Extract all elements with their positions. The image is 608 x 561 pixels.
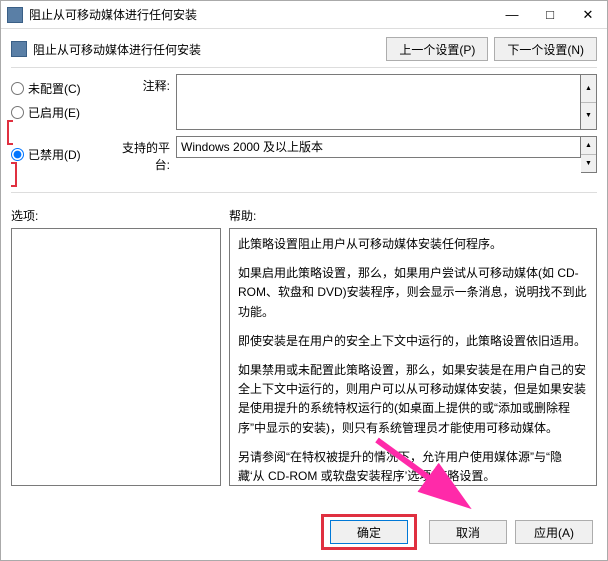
- radio-enabled-label: 已启用(E): [28, 104, 80, 121]
- minimize-button[interactable]: —: [493, 3, 531, 27]
- radio-group: 未配置(C) 已启用(E) 已禁用(D): [11, 74, 116, 184]
- platform-label: 支持的平台:: [116, 136, 176, 173]
- panes: 此策略设置阻止用户从可移动媒体安装任何程序。 如果启用此策略设置，那么，如果用户…: [1, 228, 607, 486]
- comment-label: 注释:: [116, 74, 176, 130]
- help-paragraph: 如果启用此策略设置，那么，如果用户尝试从可移动媒体(如 CD-ROM、软盘和 D…: [238, 264, 588, 322]
- dialog-window: 阻止从可移动媒体进行任何安装 — □ ✕ 阻止从可移动媒体进行任何安装 上一个设…: [0, 0, 608, 561]
- titlebar: 阻止从可移动媒体进行任何安装 — □ ✕: [1, 1, 607, 29]
- apply-button[interactable]: 应用(A): [515, 520, 593, 544]
- platform-row: 支持的平台: Windows 2000 及以上版本 ▲ ▼: [116, 136, 597, 173]
- header-row: 阻止从可移动媒体进行任何安装 上一个设置(P) 下一个设置(N): [1, 29, 607, 67]
- radio-enabled-input[interactable]: [11, 106, 24, 119]
- radio-not-configured[interactable]: 未配置(C): [11, 76, 116, 100]
- radio-disabled-input[interactable]: [11, 148, 24, 161]
- ok-button-highlight: 确定: [321, 514, 417, 550]
- help-paragraph: 此策略设置阻止用户从可移动媒体安装任何程序。: [238, 235, 588, 254]
- scroll-down-icon[interactable]: ▼: [581, 102, 596, 130]
- options-pane: [11, 228, 221, 486]
- radio-not-configured-input[interactable]: [11, 82, 24, 95]
- options-label: 选项:: [11, 207, 229, 224]
- window-controls: — □ ✕: [493, 3, 607, 27]
- help-paragraph: 另请参阅“在特权被提升的情况下，允许用户使用媒体源”与“隐藏‘从 CD-ROM …: [238, 448, 588, 486]
- comment-input[interactable]: [176, 74, 581, 130]
- radio-disabled-highlight: 已禁用(D): [7, 120, 116, 187]
- scroll-down-icon[interactable]: ▼: [581, 154, 596, 172]
- policy-icon: [11, 41, 27, 57]
- close-button[interactable]: ✕: [569, 3, 607, 27]
- previous-setting-button[interactable]: 上一个设置(P): [386, 37, 488, 61]
- divider: [11, 192, 597, 193]
- comment-row: 注释: ▲ ▼: [116, 74, 597, 130]
- ok-button[interactable]: 确定: [330, 520, 408, 544]
- maximize-button[interactable]: □: [531, 3, 569, 27]
- help-pane: 此策略设置阻止用户从可移动媒体安装任何程序。 如果启用此策略设置，那么，如果用户…: [229, 228, 597, 486]
- policy-name: 阻止从可移动媒体进行任何安装: [33, 41, 380, 58]
- cancel-button[interactable]: 取消: [429, 520, 507, 544]
- scroll-up-icon[interactable]: ▲: [581, 75, 596, 102]
- policy-icon: [7, 7, 23, 23]
- radio-disabled-label: 已禁用(D): [28, 146, 81, 163]
- help-label: 帮助:: [229, 207, 597, 224]
- dialog-footer: 确定 取消 应用(A): [321, 514, 593, 550]
- platform-scroll: ▲ ▼: [581, 136, 597, 173]
- comment-scroll: ▲ ▼: [581, 74, 597, 130]
- help-paragraph: 如果禁用或未配置此策略设置，那么，如果安装是在用户自己的安全上下文中运行的，则用…: [238, 361, 588, 438]
- radio-enabled[interactable]: 已启用(E): [11, 100, 116, 124]
- section-labels: 选项: 帮助:: [1, 199, 607, 228]
- divider: [11, 67, 597, 68]
- config-area: 未配置(C) 已启用(E) 已禁用(D) 注释: ▲ ▼: [1, 74, 607, 184]
- scroll-up-icon[interactable]: ▲: [581, 137, 596, 154]
- window-title: 阻止从可移动媒体进行任何安装: [29, 6, 493, 23]
- help-paragraph: 即使安装是在用户的安全上下文中运行的，此策略设置依旧适用。: [238, 332, 588, 351]
- radio-disabled[interactable]: 已禁用(D): [11, 142, 116, 166]
- next-setting-button[interactable]: 下一个设置(N): [494, 37, 597, 61]
- fields-column: 注释: ▲ ▼ 支持的平台: Windows 2000 及以上版本 ▲ ▼: [116, 74, 597, 184]
- platform-value: Windows 2000 及以上版本: [176, 136, 581, 158]
- radio-not-configured-label: 未配置(C): [28, 80, 81, 97]
